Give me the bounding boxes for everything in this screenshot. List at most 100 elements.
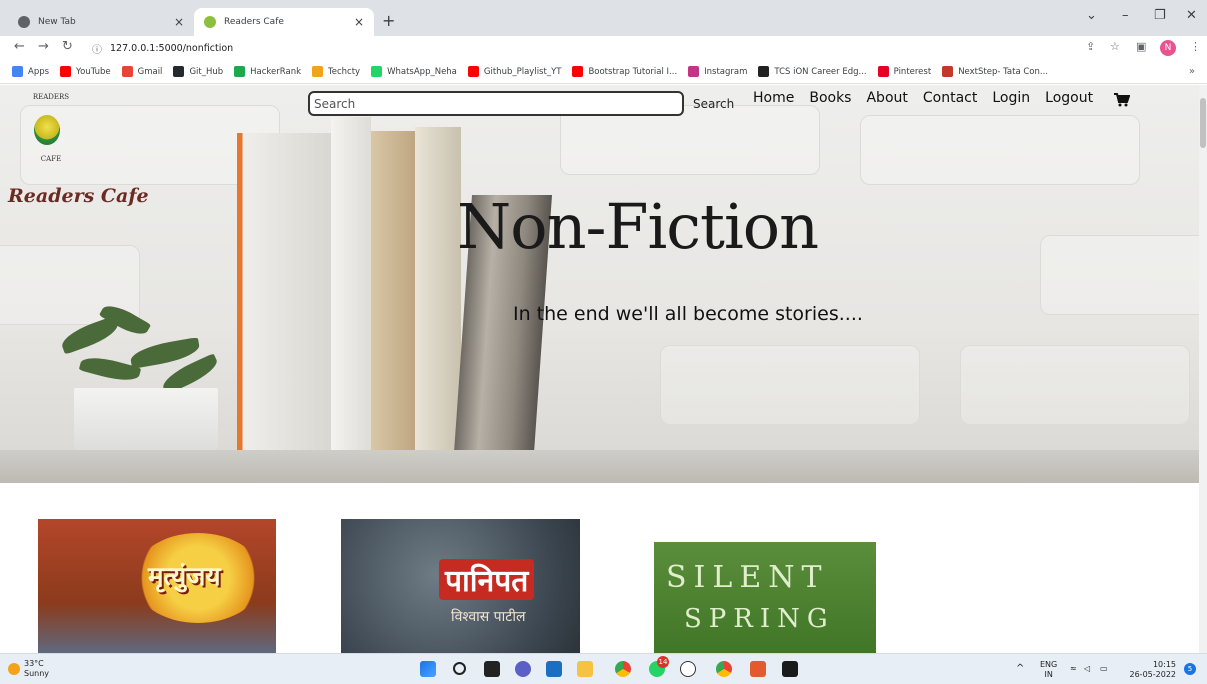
search-button[interactable]: Search [693, 97, 734, 111]
bookmark-item[interactable]: WhatsApp_Neha [371, 66, 457, 77]
bookmark-item[interactable]: Git_Hub [173, 66, 223, 77]
language-indicator[interactable]: ENG IN [1040, 660, 1057, 680]
url-omnibox[interactable]: ⓘ 127.0.0.1:5000/nonfiction [92, 38, 1102, 58]
scrollbar-thumb[interactable] [1200, 98, 1206, 148]
plant-pot-image [74, 388, 218, 454]
profile-avatar[interactable]: N [1160, 40, 1176, 56]
bookmark-star-icon[interactable]: ☆ [1110, 40, 1120, 53]
book-card-panipat[interactable]: पानिपत विश्वास पाटील [341, 519, 580, 653]
nav-about[interactable]: About [866, 90, 907, 106]
bookmark-item[interactable]: Techcty [312, 66, 360, 77]
readers-cafe-favicon [204, 16, 216, 28]
minimize-button[interactable]: – [1122, 8, 1129, 23]
weather-sun-icon [8, 663, 20, 675]
bookmark-item[interactable]: Bootstrap Tutorial I... [572, 66, 677, 77]
hero-banner: READERS CAFE Readers Cafe Search Home Bo… [0, 85, 1199, 483]
nav-books[interactable]: Books [809, 90, 851, 106]
bookmark-label: Pinterest [893, 66, 932, 77]
book-title: मृत्युंजय [148, 562, 221, 592]
bookmark-icon [688, 66, 700, 77]
side-panel-icon[interactable]: ▣ [1136, 40, 1146, 53]
file-explorer-icon[interactable] [577, 661, 593, 677]
book-title-line1: SILENT [666, 560, 829, 595]
new-tab-button[interactable]: + [382, 11, 395, 30]
tab-label: New Tab [38, 17, 76, 27]
nav-login[interactable]: Login [992, 90, 1030, 106]
mail-icon[interactable] [546, 661, 562, 677]
url-text: 127.0.0.1:5000/nonfiction [110, 42, 234, 54]
tab-readers-cafe[interactable]: Readers Cafe × [194, 8, 374, 36]
site-logo[interactable]: READERS CAFE [22, 93, 80, 173]
info-icon[interactable]: ⓘ [92, 41, 102, 56]
nav-home[interactable]: Home [753, 90, 794, 106]
bookmark-icon [572, 66, 584, 77]
bookmark-item[interactable]: Github_Playlist_YT [467, 66, 561, 77]
bookmark-item[interactable]: TCS iON Career Edg... [758, 66, 867, 77]
hero-subtitle: In the end we'll all become stories.... [513, 303, 863, 325]
forward-icon[interactable]: → [38, 39, 49, 54]
book-author: विश्वास पाटील [451, 609, 526, 625]
teams-chat-icon[interactable] [515, 661, 531, 677]
search-input[interactable] [308, 91, 684, 116]
bookmark-icon [12, 66, 23, 77]
tab-search-icon[interactable]: ⌄ [1086, 8, 1097, 23]
book-spine-image [415, 127, 461, 453]
weather-widget[interactable]: 33°C Sunny [24, 659, 49, 679]
book-card-mrutyunjay[interactable]: मृत्युंजय [38, 519, 276, 653]
volume-icon[interactable]: ◁ [1084, 664, 1090, 674]
bookmark-item[interactable]: NextStep- Tata Con... [942, 66, 1048, 77]
brand-name[interactable]: Readers Cafe [8, 185, 149, 207]
bookmarks-overflow-icon[interactable]: » [1189, 66, 1195, 77]
close-window-button[interactable]: ✕ [1186, 8, 1197, 23]
restore-button[interactable]: ❐ [1154, 8, 1166, 23]
notification-badge[interactable]: 5 [1184, 663, 1196, 675]
task-view-icon[interactable] [484, 661, 500, 677]
cart-icon[interactable] [1114, 93, 1130, 107]
bookmark-item[interactable]: Apps [12, 66, 49, 77]
menu-kebab-icon[interactable]: ⋮ [1190, 40, 1201, 53]
bookmark-icon [234, 66, 246, 77]
pycharm-icon[interactable] [782, 661, 798, 677]
address-bar: ← → ↻ ⓘ 127.0.0.1:5000/nonfiction ⇪ ☆ ▣ … [0, 36, 1207, 60]
logo-emblem [34, 115, 60, 145]
back-icon[interactable]: ← [14, 39, 25, 54]
bookmark-label: Git_Hub [189, 66, 224, 77]
tray-chevron-icon[interactable]: ^ [1016, 664, 1024, 674]
lang-top: ENG [1040, 660, 1058, 669]
bookmark-item[interactable]: Pinterest [877, 66, 932, 77]
close-icon[interactable]: × [354, 15, 364, 29]
windows-start-icon[interactable] [420, 661, 436, 677]
lang-bottom: IN [1044, 670, 1053, 679]
bookmark-item[interactable]: YouTube [60, 66, 111, 77]
search-icon[interactable] [453, 662, 466, 675]
clock[interactable]: 10:15 26-05-2022 [1126, 660, 1177, 680]
bookmark-label: NextStep- Tata Con... [958, 66, 1048, 77]
reload-icon[interactable]: ↻ [62, 39, 73, 54]
book-title-line2: SPRING [684, 604, 835, 634]
book-card-silent-spring[interactable]: SILENT SPRING [654, 542, 876, 653]
page-scrollbar[interactable] [1199, 85, 1207, 653]
bookmark-item[interactable]: HackerRank [234, 66, 301, 77]
wifi-icon[interactable]: ≈ [1070, 664, 1077, 674]
bookmark-item[interactable]: Instagram [688, 66, 747, 77]
bookmark-icon [312, 66, 324, 77]
nav-contact[interactable]: Contact [923, 90, 977, 106]
hero-title: Non-Fiction [457, 190, 819, 263]
bookmark-icon [942, 66, 954, 77]
nav-logout[interactable]: Logout [1045, 90, 1093, 106]
tab-new-tab[interactable]: New Tab × [8, 8, 194, 36]
bookmarks-bar: Apps YouTube Gmail Git_Hub HackerRank Techcty… [0, 60, 1207, 84]
dell-icon[interactable] [680, 661, 696, 677]
close-icon[interactable]: × [174, 15, 184, 29]
book-spine-image [331, 117, 371, 453]
bookmark-label: Apps [28, 66, 50, 77]
battery-icon[interactable]: ▭ [1100, 664, 1108, 674]
chrome-icon[interactable] [615, 661, 631, 677]
chrome-profile-icon[interactable] [716, 661, 732, 677]
app-icon[interactable] [750, 661, 766, 677]
main-nav: Home Books About Contact Login Logout [753, 90, 1108, 106]
bookmark-item[interactable]: Gmail [121, 66, 163, 77]
bookmark-label: WhatsApp_Neha [387, 66, 457, 77]
bookmark-label: Gmail [137, 66, 163, 77]
share-icon[interactable]: ⇪ [1086, 40, 1095, 53]
